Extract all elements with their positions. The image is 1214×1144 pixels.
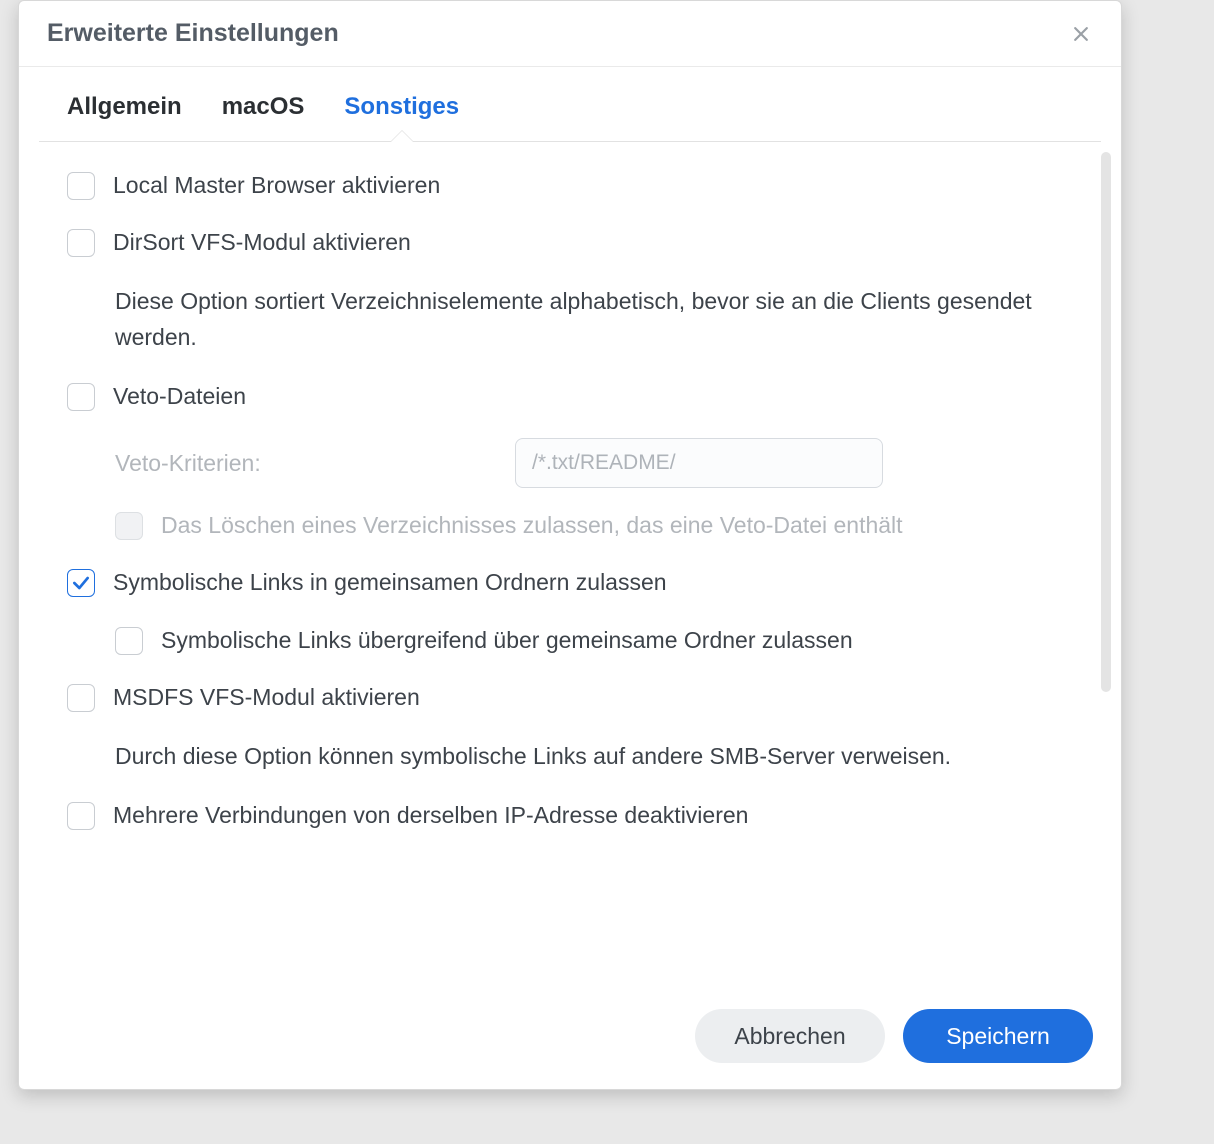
dialog-header: Erweiterte Einstellungen xyxy=(19,1,1121,67)
tab-other[interactable]: Sonstiges xyxy=(344,93,459,141)
option-local-master: Local Master Browser aktivieren xyxy=(67,170,1073,201)
desc-msdfs: Durch diese Option können symbolische Li… xyxy=(115,739,1035,775)
dialog-content: Local Master Browser aktivieren DirSort … xyxy=(19,142,1121,988)
option-veto-allow-delete: Das Löschen eines Verzeichnisses zulasse… xyxy=(67,510,1073,541)
checkbox-veto[interactable] xyxy=(67,383,95,411)
checkbox-local-master[interactable] xyxy=(67,172,95,200)
veto-criteria-input[interactable] xyxy=(515,438,883,488)
option-msdfs: MSDFS VFS-Modul aktivieren xyxy=(67,682,1073,713)
option-symlinks: Symbolische Links in gemeinsamen Ordnern… xyxy=(67,567,1073,598)
tab-macos[interactable]: macOS xyxy=(222,93,305,141)
dialog-footer: Abbrechen Speichern xyxy=(19,988,1121,1089)
option-multi-ip: Mehrere Verbindungen von derselben IP-Ad… xyxy=(67,800,1073,831)
desc-dirsort: Diese Option sortiert Verzeichniselement… xyxy=(115,284,1035,355)
scrollbar-thumb[interactable] xyxy=(1101,152,1111,692)
scrollbar[interactable] xyxy=(1101,152,1111,978)
veto-criteria-row: Veto-Kriterien: xyxy=(115,438,1073,488)
veto-criteria-label: Veto-Kriterien: xyxy=(115,450,495,477)
label-msdfs: MSDFS VFS-Modul aktivieren xyxy=(113,682,420,713)
save-button[interactable]: Speichern xyxy=(903,1009,1093,1063)
option-dirsort: DirSort VFS-Modul aktivieren xyxy=(67,227,1073,258)
option-veto: Veto-Dateien xyxy=(67,381,1073,412)
advanced-settings-dialog: Erweiterte Einstellungen Allgemein macOS… xyxy=(18,0,1122,1090)
label-veto: Veto-Dateien xyxy=(113,381,246,412)
checkbox-multi-ip[interactable] xyxy=(67,802,95,830)
label-symlinks: Symbolische Links in gemeinsamen Ordnern… xyxy=(113,567,667,598)
label-multi-ip: Mehrere Verbindungen von derselben IP-Ad… xyxy=(113,800,748,831)
tab-general[interactable]: Allgemein xyxy=(67,93,182,141)
checkbox-symlinks-wide[interactable] xyxy=(115,627,143,655)
label-local-master: Local Master Browser aktivieren xyxy=(113,170,440,201)
checkbox-msdfs[interactable] xyxy=(67,684,95,712)
checkbox-symlinks[interactable] xyxy=(67,569,95,597)
cancel-button[interactable]: Abbrechen xyxy=(695,1009,885,1063)
label-dirsort: DirSort VFS-Modul aktivieren xyxy=(113,227,411,258)
option-symlinks-wide: Symbolische Links übergreifend über geme… xyxy=(67,625,1073,656)
checkbox-veto-allow-delete xyxy=(115,512,143,540)
label-symlinks-wide: Symbolische Links übergreifend über geme… xyxy=(161,625,853,656)
dialog-title: Erweiterte Einstellungen xyxy=(47,19,339,48)
label-veto-allow-delete: Das Löschen eines Verzeichnisses zulasse… xyxy=(161,510,903,541)
tabs: Allgemein macOS Sonstiges xyxy=(39,67,1101,142)
checkbox-dirsort[interactable] xyxy=(67,229,95,257)
close-icon[interactable] xyxy=(1069,22,1093,46)
